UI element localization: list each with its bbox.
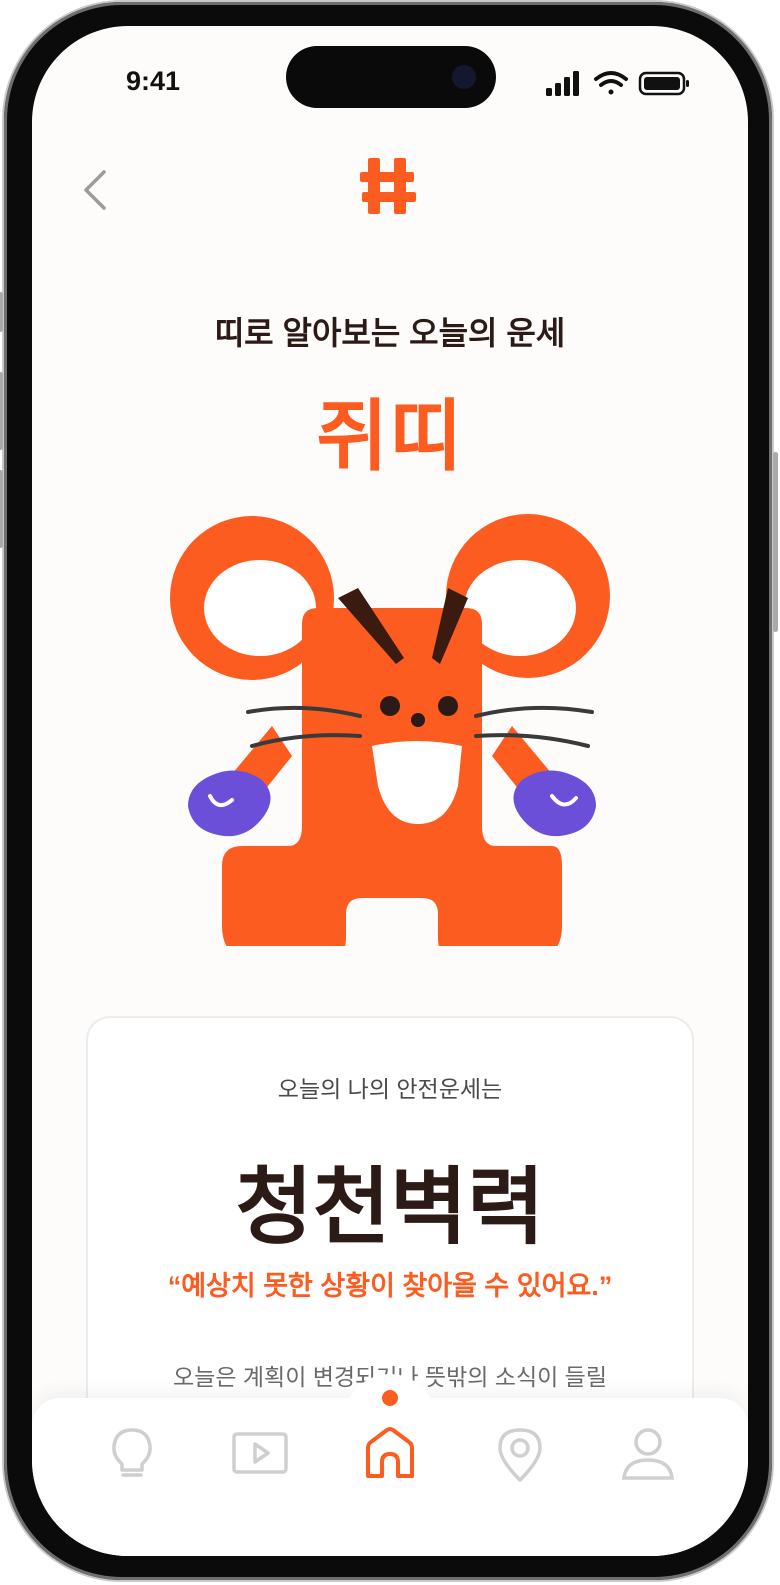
zodiac-title: 쥐띠 bbox=[316, 392, 464, 480]
wifi-icon bbox=[594, 71, 628, 95]
dynamic-island bbox=[286, 46, 496, 108]
home-icon[interactable] bbox=[360, 1424, 420, 1484]
page-subtitle: 띠로 알아보는 오늘의 운세 bbox=[214, 315, 566, 351]
fortune-label: 오늘의 나의 안전운세는 bbox=[277, 1076, 503, 1102]
camera-icon bbox=[452, 65, 476, 89]
power-button bbox=[773, 452, 778, 632]
status-time: 9:41 bbox=[126, 66, 181, 96]
active-tab-indicator bbox=[382, 1390, 398, 1406]
lightbulb-icon[interactable] bbox=[102, 1424, 162, 1484]
chevron-left-icon[interactable] bbox=[80, 168, 112, 212]
app-screen: 9:41 띠로 알아보는 오늘의 운세 쥐띠 오늘의 나의 안전운세는 청천벽력… bbox=[32, 26, 748, 1556]
hash-logo-icon bbox=[360, 158, 416, 214]
video-play-icon[interactable] bbox=[230, 1424, 290, 1484]
fortune-quote: “예상치 못한 상황이 찾아올 수 있어요.” bbox=[167, 1271, 613, 1301]
phone-frame: 9:41 띠로 알아보는 오늘의 운세 쥐띠 오늘의 나의 안전운세는 청천벽력… bbox=[0, 2, 778, 1580]
battery-icon bbox=[638, 71, 689, 96]
silent-switch bbox=[0, 292, 3, 332]
volume-down-button bbox=[0, 470, 3, 548]
user-icon[interactable] bbox=[618, 1424, 678, 1484]
status-icons bbox=[546, 71, 689, 96]
volume-up-button bbox=[0, 372, 3, 450]
map-pin-icon[interactable] bbox=[490, 1424, 550, 1484]
right-mitten bbox=[513, 770, 596, 837]
rat-mascot-illustration bbox=[170, 514, 610, 946]
signal-icon bbox=[546, 71, 579, 96]
fortune-title: 청천벽력 bbox=[235, 1160, 545, 1254]
